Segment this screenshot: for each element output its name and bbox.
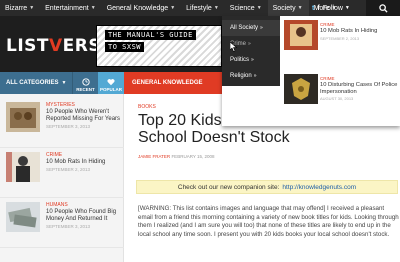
top-nav: Bizarre ▼ Entertainment ▼ General Knowledg… [0, 0, 400, 16]
follow-label[interactable]: Follow [323, 5, 343, 12]
card-thumbnail [284, 74, 318, 104]
dropdown-card[interactable]: CRIME 10 Mob Rats In Hiding SEPTEMBER 2,… [284, 18, 400, 68]
menu-item-religion[interactable]: Religion» [222, 68, 280, 84]
item-category[interactable]: CRIME [46, 152, 122, 158]
sidebar-item[interactable]: CRIME 10 Mob Rats In Hiding SEPTEMBER 2,… [0, 148, 124, 198]
menu-label: Religion [230, 73, 252, 79]
nav-entertainment[interactable]: Entertainment ▼ [40, 0, 102, 16]
recent-label: RECENT [76, 87, 95, 92]
menu-item-all-society[interactable]: All Society» [222, 20, 280, 36]
nav-general-knowledge[interactable]: General Knowledge ▼ [102, 0, 181, 16]
menu-item-politics[interactable]: Politics» [222, 52, 280, 68]
page: Bizarre ▼ Entertainment ▼ General Knowledg… [0, 0, 400, 262]
chevron-right-icon: » [260, 25, 263, 31]
twitter-icon[interactable]: t [312, 5, 314, 12]
recent-tab[interactable]: RECENT [72, 72, 98, 94]
item-meta: MYSTERIES 10 People Who Weren't Reported… [46, 102, 122, 130]
nav-label: Lifestyle [186, 4, 212, 12]
chevron-down-icon: ▼ [61, 80, 67, 86]
chevron-down-icon: ▼ [29, 5, 35, 11]
author-link[interactable]: JAMIE FRATER [138, 154, 170, 159]
nav-label: Society [272, 4, 296, 12]
item-title[interactable]: 10 People Who Weren't Reported Missing F… [46, 109, 122, 123]
byline: JAMIE FRATER FEBRUARY 15, 2008 [138, 154, 215, 159]
card-category[interactable]: CRIME [320, 22, 400, 27]
promo-banner: Check out our new companion site: http://… [136, 180, 398, 194]
cursor-icon [230, 42, 238, 52]
item-meta: HUMANS 10 People Who Found Big Money And… [46, 202, 122, 230]
logo-text-accent: V [49, 36, 63, 56]
popular-tab[interactable]: POPULAR [98, 72, 124, 94]
chevron-right-icon: » [253, 73, 257, 79]
nav-lifestyle[interactable]: Lifestyle ▼ [181, 0, 225, 16]
card-meta: CRIME 10 Disturbing Cases Of Police Impe… [320, 76, 400, 101]
publish-date: FEBRUARY 15, 2008 [171, 154, 215, 159]
all-categories-label: ALL CATEGORIES [6, 80, 59, 86]
dropdown-cards: CRIME 10 Mob Rats In Hiding SEPTEMBER 2,… [282, 16, 400, 126]
chevron-right-icon: » [251, 57, 254, 63]
nav-bizarre[interactable]: Bizarre ▼ [0, 0, 40, 16]
promo-text: Check out our new companion site: [177, 183, 280, 191]
nav-label: General Knowledge [106, 4, 169, 12]
item-title[interactable]: 10 People Who Found Big Money And Return… [46, 209, 122, 223]
item-category[interactable]: HUMANS [46, 202, 122, 208]
menu-label: All Society [230, 25, 259, 31]
sidebar-item[interactable]: HUMANS 10 People Who Found Big Money And… [0, 198, 124, 248]
heart-icon [107, 79, 115, 86]
society-dropdown: All Society» Crime» Politics» Religion» … [222, 16, 400, 126]
search-icon [378, 3, 388, 13]
ad-banner[interactable]: THE MANUAL'S GUIDE TO SXSW [96, 25, 222, 67]
promo-link[interactable]: http://knowledgenuts.com [282, 184, 356, 191]
nav-science[interactable]: Science ▼ [225, 0, 268, 16]
item-date: SEPTEMBER 3, 2013 [46, 224, 91, 229]
item-date: SEPTEMBER 3, 2013 [46, 124, 91, 129]
card-title[interactable]: 10 Disturbing Cases Of Police Impersonat… [320, 82, 400, 95]
nav-label: Science [229, 4, 255, 12]
sidebar-item[interactable]: MYSTERIES 10 People Who Weren't Reported… [0, 98, 124, 148]
dropdown-card[interactable]: CRIME 10 Disturbing Cases Of Police Impe… [284, 72, 400, 122]
item-date: SEPTEMBER 2, 2013 [46, 167, 91, 172]
nav-label: Bizarre [5, 4, 28, 12]
article-body: [WARNING: This list contains images and … [138, 205, 399, 238]
popular-label: POPULAR [99, 87, 122, 92]
card-date: AUGUST 30, 2013 [320, 96, 354, 101]
item-category[interactable]: MYSTERIES [46, 102, 122, 108]
chevron-down-icon: ▼ [344, 5, 350, 11]
search-button[interactable] [366, 0, 400, 16]
card-meta: CRIME 10 Mob Rats In Hiding SEPTEMBER 2,… [320, 22, 400, 41]
follow-group: t f Follow ▼ [312, 0, 350, 16]
thumbnail [6, 202, 40, 232]
card-date: SEPTEMBER 2, 2013 [320, 35, 360, 41]
sidebar: MYSTERIES 10 People Who Weren't Reported… [0, 94, 124, 262]
nav-society[interactable]: Society ▼ [267, 0, 309, 16]
all-categories-button[interactable]: ALL CATEGORIES ▼ [0, 72, 72, 94]
nav-label: Entertainment [45, 4, 89, 12]
chevron-down-icon: ▼ [297, 5, 303, 11]
banner-line-2: TO SXSW [105, 42, 145, 52]
logo-text-left: LIST [6, 36, 49, 56]
card-thumbnail [284, 20, 318, 50]
thumbnail [6, 152, 40, 182]
chevron-down-icon: ▼ [256, 5, 262, 11]
menu-label: Politics [230, 57, 250, 63]
item-meta: CRIME 10 Mob Rats In Hiding SEPTEMBER 2,… [46, 152, 122, 173]
chevron-down-icon: ▼ [213, 5, 219, 11]
clock-icon [81, 78, 90, 86]
item-title[interactable]: 10 Mob Rats In Hiding [46, 159, 122, 166]
chevron-right-icon: » [248, 41, 251, 47]
card-category[interactable]: CRIME [320, 76, 400, 81]
banner-line-1: THE MANUAL'S GUIDE [105, 30, 196, 40]
breadcrumb[interactable]: BOOKS [138, 104, 156, 110]
thumbnail [6, 102, 40, 132]
current-category[interactable]: GENERAL KNOWLEDGE [132, 72, 203, 94]
chevron-down-icon: ▼ [170, 5, 176, 11]
facebook-icon[interactable]: f [317, 5, 319, 12]
card-title[interactable]: 10 Mob Rats In Hiding [320, 28, 400, 35]
chevron-down-icon: ▼ [90, 5, 96, 11]
